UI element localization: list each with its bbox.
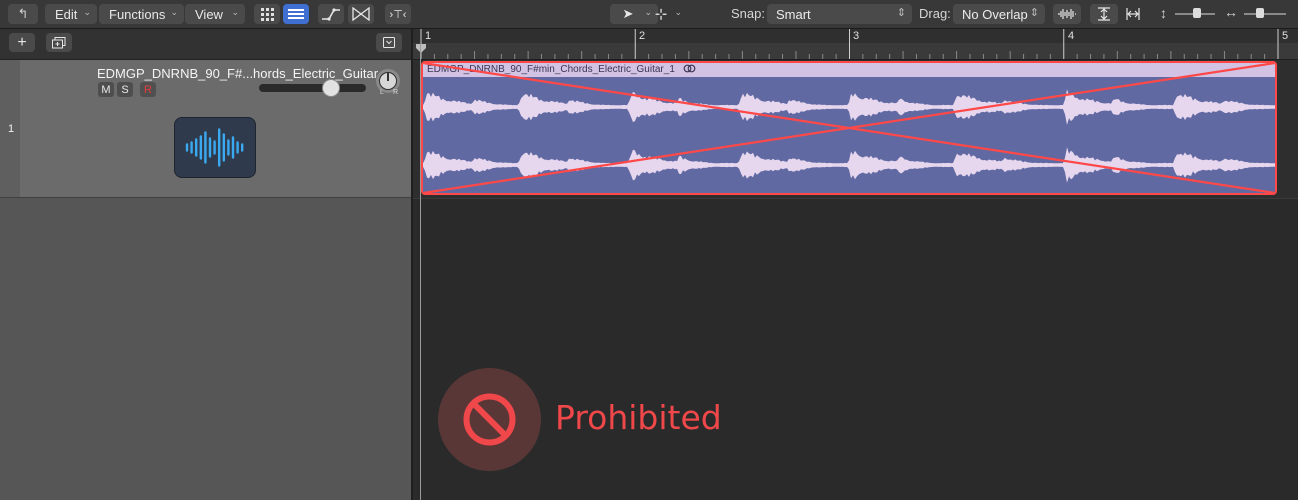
- track-number: 1: [8, 123, 15, 135]
- flex-button[interactable]: [348, 4, 374, 24]
- track-lane[interactable]: EDMGP_DNRNB_90_F#min_Chords_Electric_Gui…: [413, 60, 1298, 199]
- track-icon[interactable]: [175, 118, 255, 177]
- functions-menu-label: Functions: [109, 6, 166, 22]
- bar-number: 1: [425, 30, 432, 42]
- audio-region[interactable]: EDMGP_DNRNB_90_F#min_Chords_Electric_Gui…: [421, 61, 1277, 195]
- vertical-zoom-slider[interactable]: [1175, 8, 1215, 18]
- edit-menu-label: Edit: [55, 6, 78, 22]
- snap-label: Snap:: [731, 6, 765, 21]
- volume-slider-handle[interactable]: [323, 80, 339, 96]
- functions-menu[interactable]: Functions ⌄: [99, 4, 184, 24]
- drag-label: Drag:: [919, 6, 951, 21]
- prohibited-icon: [463, 393, 516, 446]
- secondary-tool-menu[interactable]: ⊹ ⌄: [646, 4, 688, 24]
- up-down-chevron-icon: ⇕: [1029, 7, 1039, 19]
- bar-number: 2: [639, 30, 646, 42]
- up-down-chevron-icon: ⇕: [896, 7, 906, 19]
- horizontal-zoom-handle[interactable]: [1256, 8, 1264, 18]
- pointer-arrow-icon: ➤: [622, 6, 634, 21]
- snap-select[interactable]: Smart ⇕: [767, 4, 912, 24]
- waveform-icon: [1058, 9, 1076, 19]
- list-icon: [288, 9, 304, 19]
- arrange-area[interactable]: EDMGP_DNRNB_90_F#min_Chords_Electric_Gui…: [413, 60, 1298, 500]
- view-menu-label: View: [195, 6, 223, 22]
- catch-icon: ›⊤‹: [389, 8, 407, 21]
- automation-button[interactable]: [318, 4, 344, 24]
- prohibited-badge: [438, 368, 541, 471]
- chevron-down-icon: ⌄: [83, 7, 91, 17]
- plus-icon: +: [17, 33, 27, 51]
- view-menu[interactable]: View ⌄: [185, 4, 245, 24]
- bar-number: 5: [1282, 30, 1289, 42]
- bar-number: 4: [1068, 30, 1075, 42]
- return-arrow-icon: ↰: [17, 6, 29, 21]
- drop-prohibited-cross: [423, 63, 1275, 193]
- chevron-down-icon: ⌄: [674, 7, 682, 17]
- pan-left-label: L: [380, 89, 384, 96]
- vertical-zoom-icon: ↕: [1160, 5, 1167, 21]
- duplicate-track-button[interactable]: [46, 33, 72, 52]
- ruler[interactable]: 1 2 3 4 5: [413, 29, 1298, 60]
- track-name[interactable]: EDMGP_DNRNB_90_F#...hords_Electric_Guita…: [97, 66, 393, 81]
- waveform-zoom-button[interactable]: [1053, 4, 1081, 24]
- global-tracks-button[interactable]: [376, 33, 402, 52]
- track-header-toolbar: +: [0, 29, 411, 60]
- chevron-down-icon: ⌄: [231, 7, 239, 17]
- drag-value: No Overlap: [962, 6, 1028, 22]
- horizontal-zoom-fit-button[interactable]: [1120, 4, 1146, 24]
- drag-select[interactable]: No Overlap ⇕: [953, 4, 1045, 24]
- playhead-line[interactable]: [420, 44, 421, 500]
- snap-value: Smart: [776, 6, 811, 22]
- vertical-zoom-fit-button[interactable]: [1090, 4, 1118, 24]
- playhead-marker-icon: [416, 44, 426, 53]
- vertical-zoom-handle[interactable]: [1193, 8, 1201, 18]
- horizontal-zoom-icon: ↔: [1224, 4, 1238, 20]
- prohibited-label: Prohibited: [555, 398, 722, 437]
- toolbar: ↰ Edit ⌄ Functions ⌄ View ⌄ ›⊤‹ ➤ ⌄ ⊹ ⌄ …: [0, 0, 1298, 29]
- vertical-fit-icon: [1098, 7, 1110, 21]
- duplicate-track-icon: [52, 36, 66, 48]
- horizontal-zoom-slider[interactable]: [1244, 8, 1286, 18]
- horizontal-fit-icon: [1126, 8, 1140, 20]
- chevron-down-icon: ⌄: [170, 7, 178, 17]
- crosshair-icon: ⊹: [654, 6, 668, 23]
- bar-number: 3: [853, 30, 860, 42]
- add-track-button[interactable]: +: [9, 33, 35, 52]
- track-number-column: 1: [0, 60, 20, 197]
- track-header[interactable]: 1 EDMGP_DNRNB_90_F#...hords_Electric_Gui…: [0, 60, 411, 198]
- back-button[interactable]: ↰: [8, 4, 38, 24]
- mute-button[interactable]: M: [98, 82, 114, 97]
- flex-time-icon: [352, 7, 370, 21]
- audio-waveform-icon: [185, 128, 244, 167]
- solo-button[interactable]: S: [117, 82, 133, 97]
- grid-view-button[interactable]: [254, 4, 280, 24]
- global-tracks-icon: [383, 37, 395, 48]
- list-view-button[interactable]: [283, 4, 309, 24]
- record-enable-button[interactable]: R: [140, 82, 156, 97]
- volume-slider[interactable]: [259, 80, 366, 96]
- pan-knob-indicator: [387, 72, 389, 81]
- empty-track-area: [0, 198, 411, 500]
- edit-menu[interactable]: Edit ⌄: [45, 4, 97, 24]
- automation-curve-icon: [322, 8, 340, 21]
- pan-right-label: R: [393, 89, 399, 96]
- catch-playhead-button[interactable]: ›⊤‹: [385, 4, 411, 24]
- grid-icon: [260, 7, 274, 21]
